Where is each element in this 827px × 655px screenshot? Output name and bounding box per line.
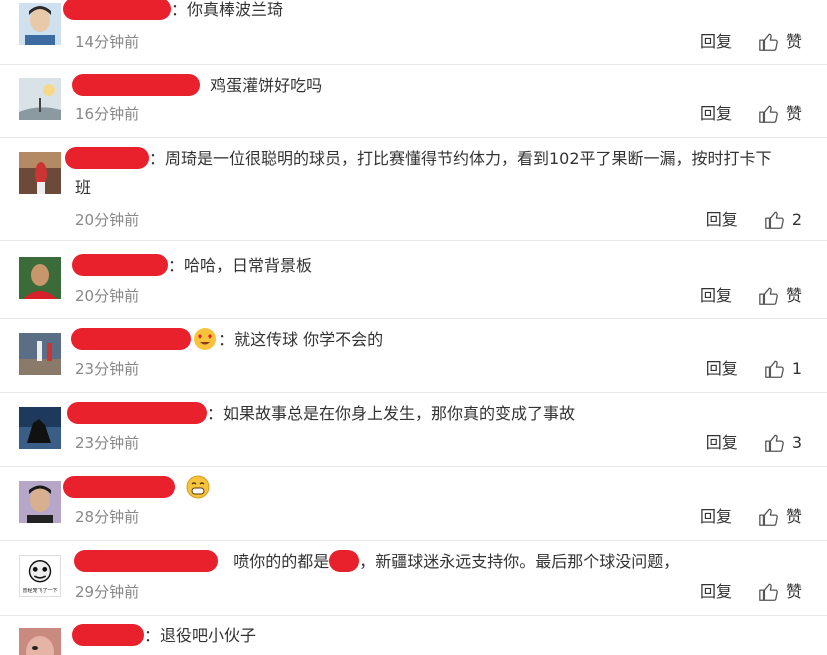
comment-meta: 29分钟前 回复 赞: [75, 579, 802, 605]
comment-text-row: 喷你的的都是 ，新疆球迷永远支持你。最后那个球没问题，: [74, 547, 805, 576]
redacted-username: [63, 0, 171, 20]
timestamp: 23分钟前: [75, 434, 140, 452]
timestamp: 20分钟前: [75, 211, 140, 229]
thumbs-up-icon: [759, 583, 778, 601]
comment-meta: 16分钟前 回复 赞: [75, 101, 802, 127]
redacted-username: [74, 550, 218, 572]
thumbs-up-icon: [759, 508, 778, 526]
comment-text: 喷你的的都是: [233, 552, 330, 571]
avatar[interactable]: 曾经宠飞了一下: [19, 555, 61, 597]
avatar[interactable]: [19, 257, 61, 299]
comment-text-continuation: 班: [75, 178, 92, 197]
comment-item: 鸡蛋灌饼好吃吗 16分钟前 回复 赞: [0, 65, 827, 138]
comment-text: ：哈哈，日常背景板: [168, 256, 313, 275]
comment-feed: ：你真棒波兰琦 14分钟前 回复 赞 鸡蛋灌饼好吃吗 16分钟前 回复 赞 ：周…: [0, 0, 827, 655]
comment-text-row: ：就这传球 你学不会的: [71, 325, 805, 354]
reply-button[interactable]: 回复: [700, 504, 732, 530]
thumbs-up-icon: [765, 360, 784, 378]
comment-item: ：就这传球 你学不会的 23分钟前 回复 1: [0, 319, 827, 393]
avatar[interactable]: [19, 628, 61, 655]
comment-text-row: ：周琦是一位很聪明的球员，打比赛懂得节约体力，看到102平了果断一漏，按时打卡下: [65, 144, 805, 173]
comment-meta: 14分钟前 回复 赞: [75, 29, 802, 55]
comment-text-row: 鸡蛋灌饼好吃吗: [72, 71, 805, 100]
comment-item: ：如果故事总是在你身上发生，那你真的变成了事故 23分钟前 回复 3: [0, 393, 827, 467]
like-button[interactable]: 赞: [758, 504, 802, 530]
comment-text: ：如果故事总是在你身上发生，那你真的变成了事故: [207, 404, 576, 423]
comment-item: ：周琦是一位很聪明的球员，打比赛懂得节约体力，看到102平了果断一漏，按时打卡下…: [0, 138, 827, 241]
reply-button[interactable]: 回复: [700, 29, 732, 55]
like-button[interactable]: 赞: [758, 579, 802, 605]
avatar[interactable]: [19, 3, 61, 45]
comment-text-row: ：你真棒波兰琦: [63, 0, 805, 24]
comment-meta: 23分钟前 回复 1: [75, 356, 802, 382]
like-button[interactable]: 赞: [758, 101, 802, 127]
grinning-emoji-icon: [186, 475, 210, 499]
like-count: 3: [791, 433, 802, 452]
comment-text: ：周琦是一位很聪明的球员，打比赛懂得节约体力，看到102平了果断一漏，按时打卡下: [149, 149, 772, 168]
like-label: 赞: [785, 582, 802, 601]
redacted-word: [329, 550, 360, 572]
comment-meta: 20分钟前 回复 赞: [75, 283, 802, 309]
reply-button[interactable]: 回复: [706, 207, 738, 233]
reply-button[interactable]: 回复: [700, 283, 732, 309]
avatar[interactable]: [19, 407, 61, 449]
heart-eyes-emoji-icon: [194, 328, 217, 350]
comment-item: ：你真棒波兰琦 14分钟前 回复 赞: [0, 0, 827, 65]
like-label: 赞: [785, 32, 802, 51]
comment-text-row: ：退役吧小伙子: [72, 621, 805, 650]
like-label: 赞: [785, 286, 802, 305]
avatar-caption: 曾经宠飞了一下: [22, 588, 58, 594]
comment-text: ：你真棒波兰琦: [171, 0, 284, 19]
reply-button[interactable]: 回复: [706, 356, 738, 382]
timestamp: 29分钟前: [75, 583, 140, 601]
avatar[interactable]: [19, 481, 61, 523]
thumbs-up-icon: [759, 105, 778, 123]
comment-item: 28分钟前 回复 赞: [0, 467, 827, 541]
avatar[interactable]: [19, 152, 61, 194]
thumbs-up-icon: [765, 434, 784, 452]
thumbs-up-icon: [765, 211, 784, 229]
redacted-username: [65, 147, 149, 169]
like-button[interactable]: 1: [764, 356, 802, 382]
comment-text-row: [63, 473, 805, 502]
timestamp: 28分钟前: [75, 508, 140, 526]
thumbs-up-icon: [759, 33, 778, 51]
like-button[interactable]: 赞: [758, 283, 802, 309]
comment-meta: 23分钟前 回复 3: [75, 430, 802, 456]
timestamp: 16分钟前: [75, 105, 140, 123]
comment-text-after: ，新疆球迷永远支持你。最后那个球没问题，: [359, 552, 680, 571]
redacted-username: [72, 74, 200, 96]
like-label: 赞: [785, 104, 802, 123]
comment-item: 曾经宠飞了一下 喷你的的都是 ，新疆球迷永远支持你。最后那个球没问题， 29分钟前…: [0, 541, 827, 616]
reply-button[interactable]: 回复: [700, 579, 732, 605]
comment-meta: 28分钟前 回复 赞: [75, 504, 802, 530]
redacted-username: [67, 402, 207, 424]
thumbs-up-icon: [759, 287, 778, 305]
comment-text: 鸡蛋灌饼好吃吗: [210, 76, 323, 95]
avatar[interactable]: [19, 78, 61, 120]
redacted-username: [72, 624, 144, 646]
comment-meta: 20分钟前 回复 2: [75, 207, 802, 233]
comment-item: ：退役吧小伙子: [0, 616, 827, 655]
comment-text: ：退役吧小伙子: [144, 626, 257, 645]
like-count: 2: [791, 210, 802, 229]
like-count: 1: [791, 359, 802, 378]
timestamp: 14分钟前: [75, 33, 140, 51]
reply-button[interactable]: 回复: [706, 430, 738, 456]
like-button[interactable]: 赞: [758, 29, 802, 55]
redacted-username: [71, 328, 191, 350]
avatar[interactable]: [19, 333, 61, 375]
redacted-username: [63, 476, 175, 498]
like-button[interactable]: 2: [764, 207, 802, 233]
comment-text-row: ：哈哈，日常背景板: [72, 251, 805, 280]
comment-text: ：就这传球 你学不会的: [218, 330, 384, 349]
comment-item: ：哈哈，日常背景板 20分钟前 回复 赞: [0, 241, 827, 319]
timestamp: 23分钟前: [75, 360, 140, 378]
redacted-username: [72, 254, 168, 276]
comment-text-row: ：如果故事总是在你身上发生，那你真的变成了事故: [67, 399, 805, 428]
timestamp: 20分钟前: [75, 287, 140, 305]
like-button[interactable]: 3: [764, 430, 802, 456]
like-label: 赞: [785, 507, 802, 526]
reply-button[interactable]: 回复: [700, 101, 732, 127]
